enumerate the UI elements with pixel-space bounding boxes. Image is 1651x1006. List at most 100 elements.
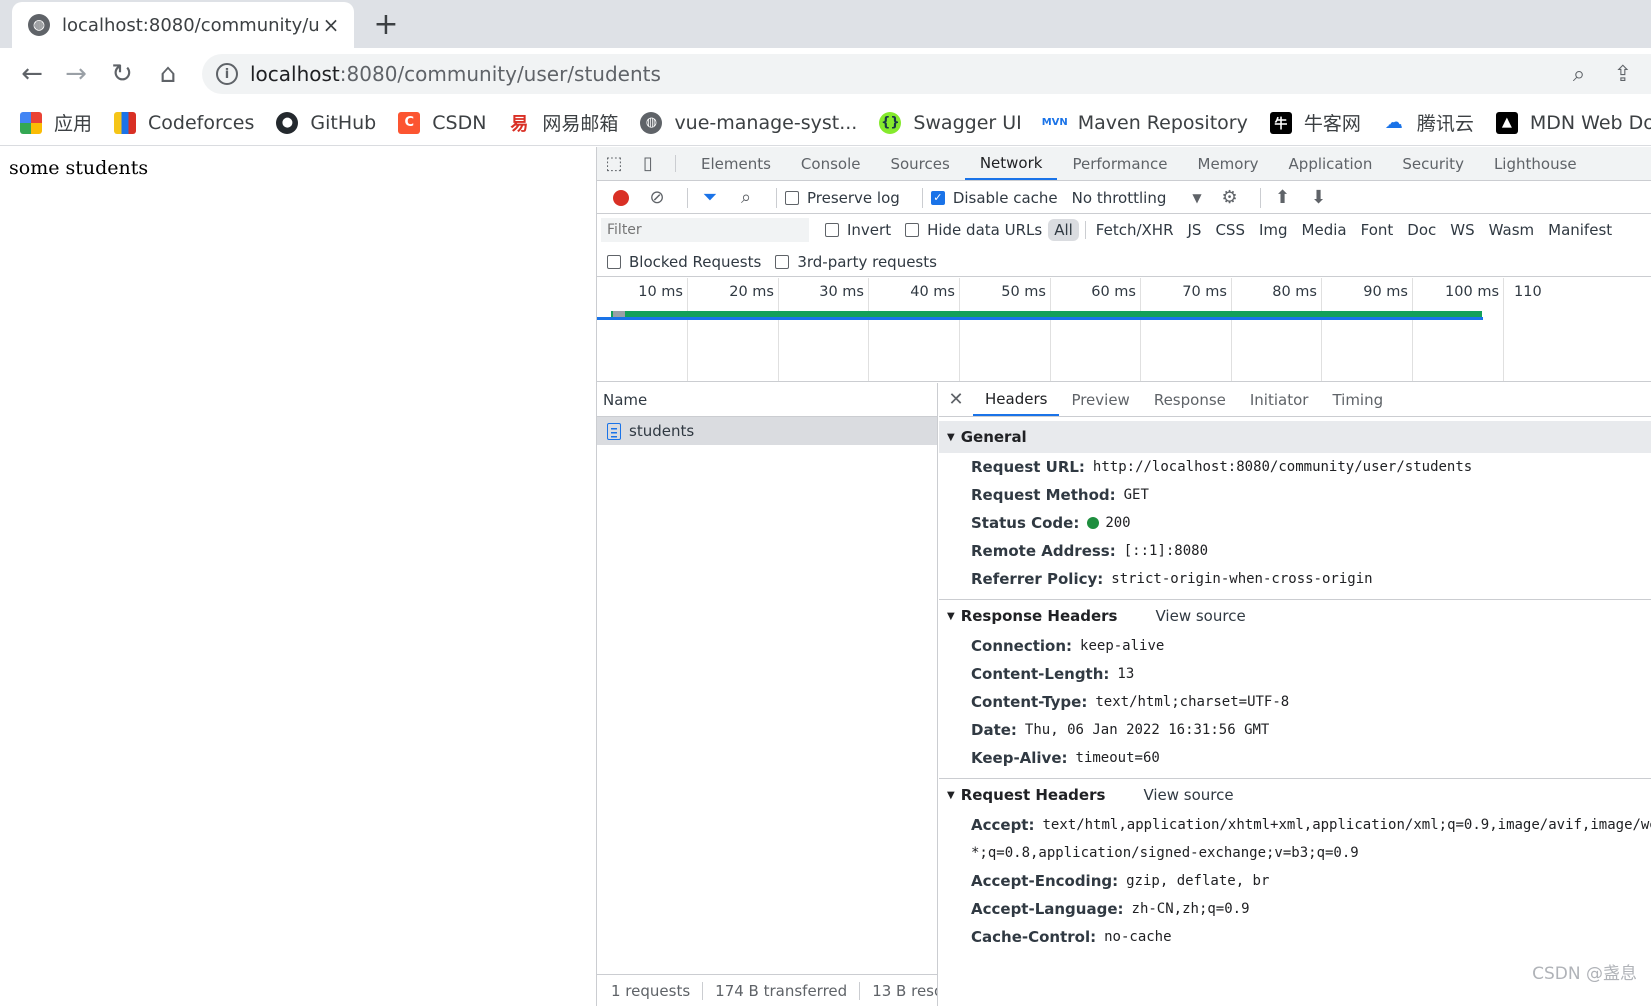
bookmark-github[interactable]: ● GitHub (276, 111, 376, 134)
tab-network[interactable]: Network (964, 147, 1058, 180)
bookmark-apps[interactable]: 应用 (20, 109, 92, 136)
preserve-log-checkbox[interactable]: Preserve log (785, 189, 900, 207)
divider (776, 187, 777, 208)
filter-type-all[interactable]: All (1048, 219, 1079, 241)
export-har-icon[interactable]: ⬇ (1305, 184, 1333, 212)
general-section-header[interactable]: ▼ General (939, 421, 1651, 453)
disable-cache-checkbox[interactable]: ✓ Disable cache (930, 189, 1058, 207)
inspect-element-icon[interactable]: ⬚ (597, 147, 631, 180)
tab-console[interactable]: Console (786, 147, 876, 180)
filter-type-js[interactable]: JS (1182, 219, 1208, 241)
tab-sources[interactable]: Sources (875, 147, 964, 180)
import-har-icon[interactable]: ⬆ (1269, 184, 1297, 212)
tab-elements[interactable]: Elements (686, 147, 786, 180)
close-icon[interactable]: ✕ (939, 383, 973, 416)
tab-application[interactable]: Application (1274, 147, 1388, 180)
view-source-link[interactable]: View source (1143, 786, 1233, 804)
new-tab-button[interactable]: + (370, 7, 402, 42)
network-summary: 1 requests 174 B transferred 13 B resour… (597, 974, 937, 1006)
header-row: Date: Thu, 06 Jan 2022 16:31:56 GMT (971, 721, 1270, 739)
resource-size: 13 B resource (872, 981, 937, 1000)
bookmark-nowcoder[interactable]: 牛牛客网 (1269, 109, 1361, 136)
timeline-tick: 110 (1514, 284, 1542, 300)
filter-type-manifest[interactable]: Manifest (1542, 219, 1618, 241)
bookmark-netease-mail[interactable]: 易网易邮箱 (508, 109, 618, 136)
timeline-tick: 20 ms (688, 278, 779, 381)
invert-checkbox[interactable]: Invert (825, 221, 891, 239)
view-source-link[interactable]: View source (1156, 607, 1246, 625)
bookmark-tencent-cloud[interactable]: ☁ 腾讯云 (1382, 109, 1474, 136)
address-bar[interactable]: i localhost:8080/community/user/students… (202, 54, 1651, 94)
share-icon[interactable]: ⇪ (1607, 62, 1639, 87)
forward-icon[interactable]: → (60, 58, 92, 90)
filter-type-wasm[interactable]: Wasm (1483, 219, 1541, 241)
bookmark-vue-manage[interactable]: ◍ vue-manage-syst... (640, 111, 857, 134)
tab-performance[interactable]: Performance (1057, 147, 1182, 180)
filter-type-fetch-xhr[interactable]: Fetch/XHR (1090, 219, 1180, 241)
tab-memory[interactable]: Memory (1183, 147, 1274, 180)
zoom-icon[interactable]: ⌕ (1563, 62, 1595, 87)
record-button[interactable] (607, 184, 635, 212)
checkbox-box (785, 190, 799, 205)
tab-lighthouse[interactable]: Lighthouse (1479, 147, 1592, 180)
header-row: Status Code: 200 (971, 514, 1131, 532)
filter-icon[interactable]: ⏷ (696, 184, 724, 212)
timeline-tick: 100 ms (1413, 278, 1504, 381)
header-row: Request URL: http://localhost:8080/commun… (971, 458, 1473, 476)
tab-initiator[interactable]: Initiator (1238, 383, 1321, 416)
site-info-icon[interactable]: i (216, 63, 238, 85)
third-party-checkbox[interactable]: 3rd-party requests (775, 253, 937, 271)
checkbox-box (607, 254, 621, 269)
home-icon[interactable]: ⌂ (152, 58, 184, 90)
filter-input[interactable] (601, 218, 809, 242)
network-conditions-icon[interactable]: ⚙ (1216, 184, 1244, 212)
triangle-down-icon: ▼ (947, 610, 955, 622)
search-icon[interactable]: ⌕ (732, 184, 760, 212)
filter-type-font[interactable]: Font (1355, 219, 1400, 241)
header-row: Accept: text/html,application/xhtml+xml,a… (971, 816, 1651, 834)
name-column-header[interactable]: Name (597, 383, 937, 417)
tab-timing[interactable]: Timing (1320, 383, 1395, 416)
header-row: Content-Length: 13 (971, 665, 1135, 683)
throttling-select[interactable]: No throttling ▼ (1072, 189, 1202, 207)
tab-preview[interactable]: Preview (1059, 383, 1141, 416)
header-row: Accept-Language: zh-CN,zh;q=0.9 (971, 900, 1250, 918)
filter-type-css[interactable]: CSS (1209, 219, 1251, 241)
close-tab-icon[interactable]: × (320, 13, 342, 37)
devtools-tabs: ⬚ ▯ Elements Console Sources Network Per… (597, 147, 1651, 181)
bookmark-csdn[interactable]: C CSDN (398, 111, 486, 134)
hide-data-urls-checkbox[interactable]: Hide data URLs (905, 221, 1042, 239)
tab-security[interactable]: Security (1387, 147, 1479, 180)
csdn-icon: C (398, 111, 421, 134)
back-icon[interactable]: ← (16, 58, 48, 90)
timeline-overview[interactable]: 10 ms 20 ms 30 ms 40 ms 50 ms 60 ms 70 m… (597, 278, 1651, 382)
filter-bar-secondary: Blocked Requests 3rd-party requests (597, 247, 1651, 277)
tab-response[interactable]: Response (1142, 383, 1238, 416)
filter-type-media[interactable]: Media (1296, 219, 1353, 241)
response-headers-section-header[interactable]: ▼ Response Headers View source (939, 600, 1651, 632)
divider (1084, 221, 1086, 239)
bookmarks-bar: 应用 Codeforces ● GitHub C CSDN 易网易邮箱 ◍ vue-m… (0, 100, 1651, 146)
bookmark-mdn[interactable]: ▲MDN Web Docs (1495, 111, 1651, 134)
filter-type-img[interactable]: Img (1253, 219, 1294, 241)
bookmark-maven[interactable]: MVN Maven Repository (1042, 111, 1248, 134)
request-headers-section-header[interactable]: ▼ Request Headers View source (939, 779, 1651, 811)
checkbox-box (825, 223, 839, 237)
filter-type-ws[interactable]: WS (1444, 219, 1480, 241)
browser-tab[interactable]: ◍ localhost:8080/community/use × (12, 2, 354, 48)
tab-headers[interactable]: Headers (973, 383, 1060, 416)
address-url[interactable]: localhost:8080/community/user/students (250, 62, 1563, 86)
bookmark-codeforces[interactable]: Codeforces (114, 111, 254, 134)
timeline-tick: 40 ms (869, 278, 960, 381)
blocked-requests-checkbox[interactable]: Blocked Requests (607, 253, 761, 271)
clear-icon[interactable]: ⊘ (643, 184, 671, 212)
filter-type-doc[interactable]: Doc (1401, 219, 1442, 241)
device-toolbar-icon[interactable]: ▯ (631, 147, 665, 180)
bookmark-swagger[interactable]: {} Swagger UI (879, 111, 1022, 134)
header-row: Cache-Control: no-cache (971, 928, 1172, 946)
request-row[interactable]: students (597, 417, 937, 445)
reload-icon[interactable]: ↻ (106, 58, 138, 90)
timeline-tick: 50 ms (960, 278, 1051, 381)
request-details: ✕ Headers Preview Response Initiator Tim… (939, 383, 1651, 1006)
chevron-down-icon: ▼ (1192, 190, 1202, 205)
